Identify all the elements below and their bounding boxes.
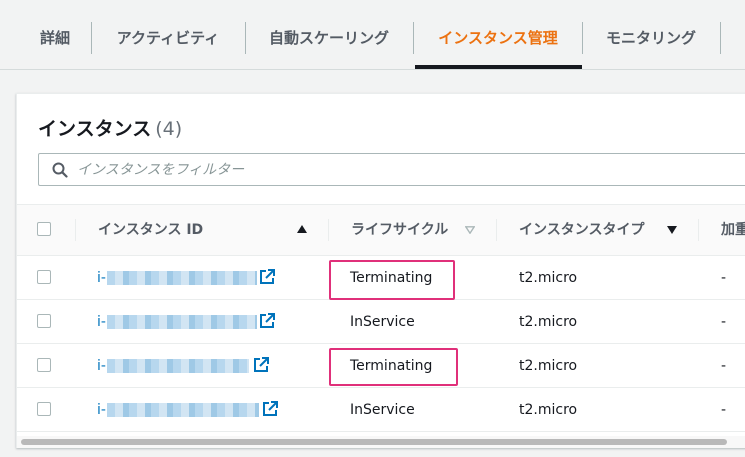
search-input[interactable] [77, 154, 737, 185]
instance-type: t2.micro [519, 358, 578, 374]
instance-id-prefix[interactable]: i- [97, 388, 106, 432]
tab-instance-management[interactable]: インスタンス管理 [434, 18, 562, 58]
instance-type: t2.micro [519, 314, 578, 330]
redacted-instance-id[interactable] [107, 271, 257, 285]
instance-id-prefix[interactable]: i- [97, 300, 106, 344]
column-divider [75, 219, 76, 241]
redacted-instance-id[interactable] [107, 403, 259, 417]
sort-ascending-icon[interactable] [297, 225, 307, 233]
lifecycle-state: InService [350, 402, 415, 418]
column-divider [496, 219, 497, 241]
column-header-lifecycle[interactable]: ライフサイクル [351, 205, 448, 255]
panel-title: インスタンス (4) [38, 114, 182, 141]
sort-descending-icon[interactable] [667, 226, 677, 234]
tab-monitoring[interactable]: モニタリング [603, 18, 699, 58]
column-header-instance-type[interactable]: インスタンスタイプ [519, 205, 644, 255]
row-checkbox[interactable] [37, 402, 51, 416]
instance-count: (4) [155, 118, 183, 140]
external-link-icon[interactable] [259, 269, 275, 285]
weight-value: - [721, 270, 727, 286]
tab-divider [582, 22, 583, 54]
redacted-instance-id[interactable] [107, 315, 257, 329]
search-box [38, 153, 745, 186]
panel-title-text: インスタンス [38, 118, 152, 140]
tab-divider [720, 22, 721, 54]
weight-value: - [721, 314, 727, 330]
instance-type: t2.micro [519, 402, 578, 418]
column-divider [698, 219, 699, 241]
external-link-icon[interactable] [262, 401, 278, 417]
instance-type: t2.micro [519, 270, 578, 286]
column-divider [328, 219, 329, 241]
instance-id-prefix[interactable]: i- [97, 344, 106, 388]
tab-divider [91, 22, 92, 54]
lifecycle-state: InService [350, 314, 415, 330]
weight-value: - [721, 402, 727, 418]
instances-panel: インスタンス(4) インスタンス ID ライフサイクル インスタンスタイプ 加重… [16, 93, 745, 448]
horizontal-scrollbar[interactable] [17, 436, 745, 448]
row-checkbox[interactable] [37, 358, 51, 372]
tab-activity[interactable]: アクティビティ [113, 18, 223, 58]
tab-divider [413, 22, 414, 54]
instance-id-prefix[interactable]: i- [97, 256, 106, 300]
redacted-instance-id[interactable] [107, 359, 249, 373]
table-row[interactable]: i- InService t2.micro - [17, 388, 745, 432]
tab-auto-scaling[interactable]: 自動スケーリング [266, 18, 392, 58]
tab-divider [245, 22, 246, 54]
tab-details[interactable]: 詳細 [38, 18, 72, 58]
row-checkbox[interactable] [37, 270, 51, 284]
sort-icon[interactable] [465, 226, 475, 234]
select-all-checkbox[interactable] [37, 222, 51, 236]
highlight-box [329, 348, 458, 386]
table-header: インスタンス ID ライフサイクル インスタンスタイプ 加重 [17, 204, 745, 256]
external-link-icon[interactable] [253, 357, 269, 373]
highlight-box [329, 260, 455, 300]
column-header-weight[interactable]: 加重 [721, 205, 745, 255]
weight-value: - [721, 358, 727, 374]
scrollbar-thumb[interactable] [21, 439, 727, 445]
table-row[interactable]: i- InService t2.micro - [17, 300, 745, 344]
search-icon [52, 162, 68, 178]
row-checkbox[interactable] [37, 314, 51, 328]
column-header-instance-id[interactable]: インスタンス ID [98, 205, 203, 255]
external-link-icon[interactable] [259, 313, 275, 329]
tab-bar: 詳細 アクティビティ 自動スケーリング インスタンス管理 モニタリング [0, 0, 745, 70]
active-tab-indicator [415, 65, 582, 69]
